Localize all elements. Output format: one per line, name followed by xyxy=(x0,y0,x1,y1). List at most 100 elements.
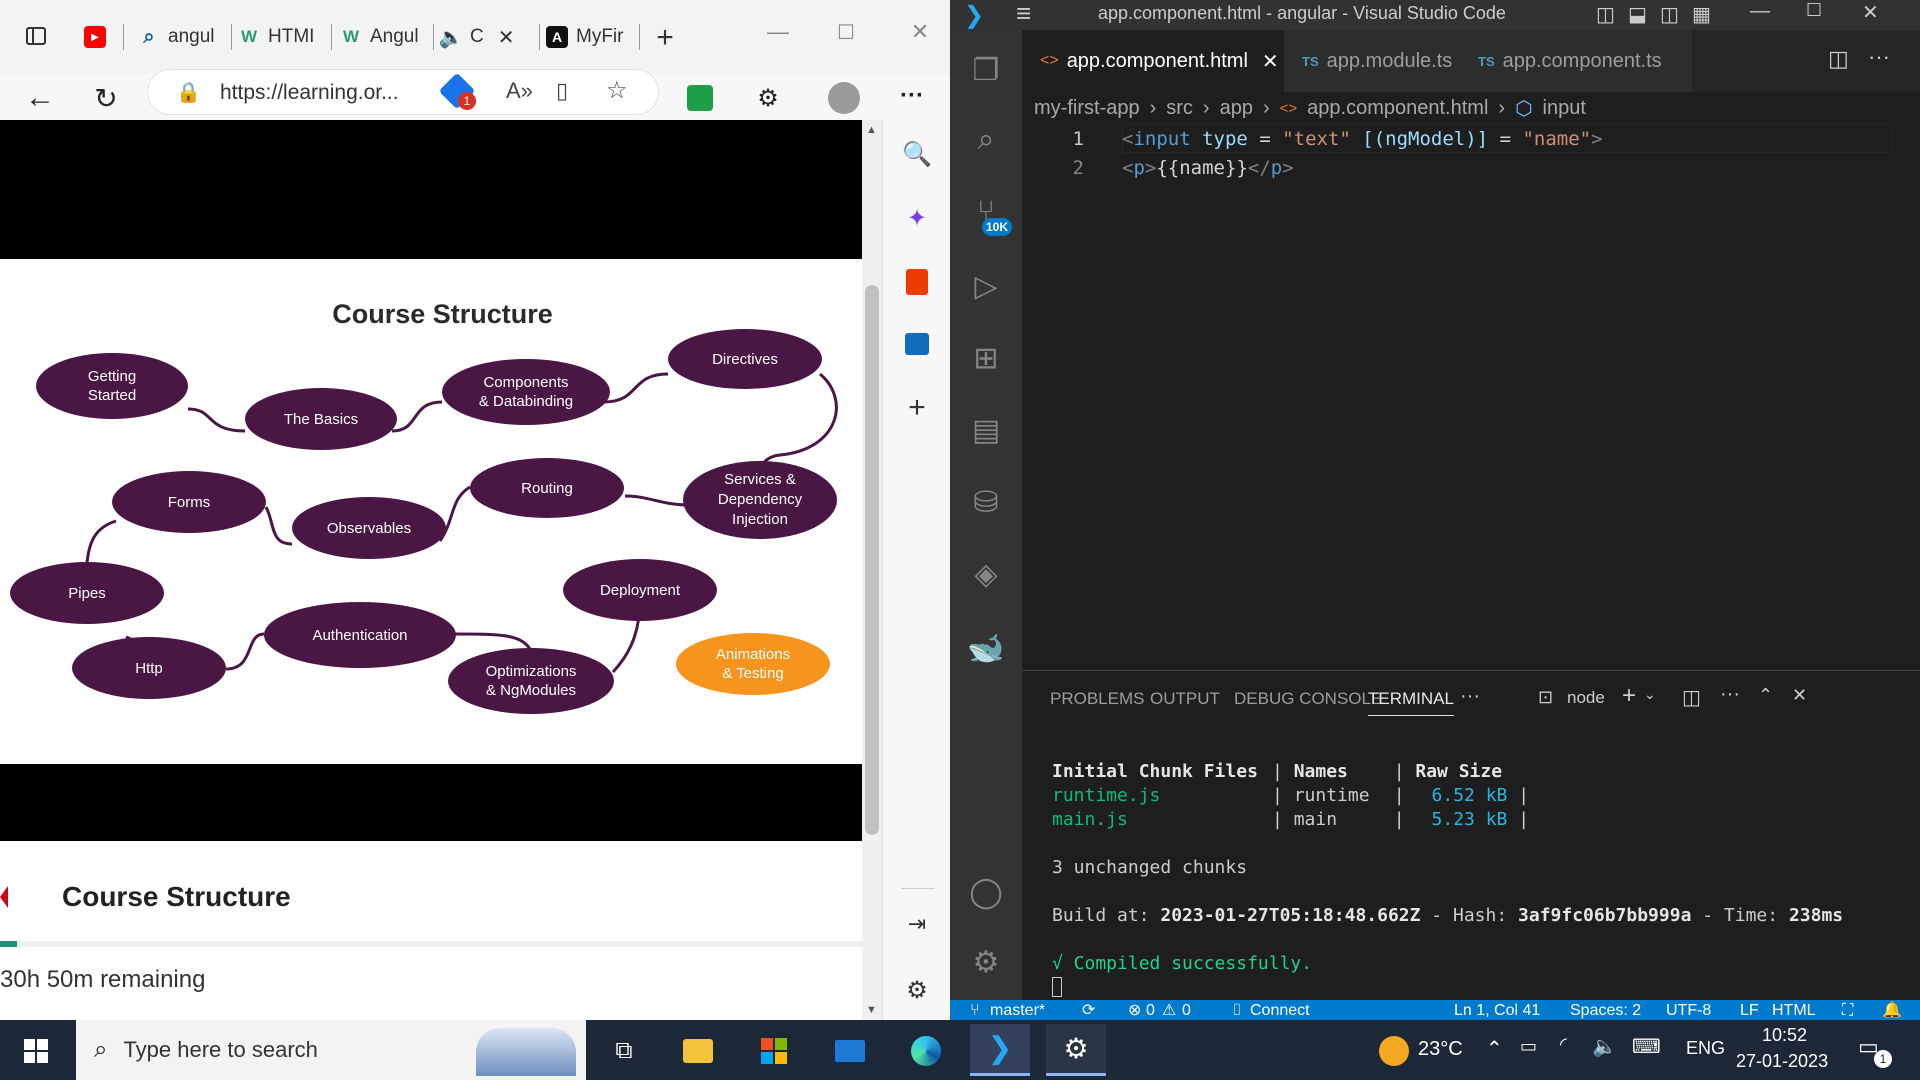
feedback-icon[interactable]: ⛶ xyxy=(1842,1000,1853,1020)
copilot-sparkle-icon[interactable]: ✦ xyxy=(899,200,935,236)
terminal-output[interactable]: Initial Chunk Files | Names | Raw Size run… xyxy=(1052,759,1912,999)
terminal-shell-name[interactable]: node xyxy=(1567,688,1605,708)
breadcrumb-file[interactable]: app.component.html xyxy=(1307,97,1488,120)
menu-hamburger-icon[interactable]: ≡ xyxy=(1016,0,1031,26)
run-debug-icon[interactable]: ▷ xyxy=(964,264,1008,308)
customize-layout-icon[interactable]: ▦ xyxy=(1692,2,1711,27)
close-tab-icon[interactable]: ✕ xyxy=(1262,49,1279,74)
address-bar[interactable]: 🔒 https://learning.or... 1 A» ▯ ☆ xyxy=(148,70,658,114)
close-tab-icon[interactable]: ✕ xyxy=(498,25,515,50)
task-view-icon[interactable]: ⧉ xyxy=(594,1028,654,1074)
lock-icon[interactable]: 🔒 xyxy=(176,80,201,105)
taskbar-search[interactable]: ⌕ Type here to search xyxy=(76,1020,586,1080)
keyboard-icon[interactable]: ⌨ xyxy=(1632,1034,1661,1059)
clock-date[interactable]: 27-01-2023 xyxy=(1736,1051,1828,1072)
notifications-bell-icon[interactable]: 🔔 xyxy=(1882,1000,1902,1020)
favorites-icon[interactable]: ☆ xyxy=(606,76,628,105)
search-icon[interactable]: ⌕ xyxy=(964,118,1008,162)
settings-gear-icon[interactable]: ⚙ xyxy=(1046,1024,1106,1076)
volume-icon[interactable]: 🔈 xyxy=(1592,1034,1617,1059)
branch-icon[interactable]: ⑂ xyxy=(970,1000,980,1020)
new-tab-icon[interactable]: + xyxy=(645,18,685,58)
edge-browser-icon[interactable] xyxy=(896,1028,956,1074)
store-icon[interactable] xyxy=(744,1028,804,1074)
input-language[interactable]: ENG xyxy=(1686,1038,1725,1059)
chevron-up-icon[interactable]: ⌃ xyxy=(1486,1036,1503,1061)
back-arrow-icon[interactable]: ← xyxy=(20,78,60,118)
explorer-icon[interactable]: ❐ xyxy=(964,48,1008,92)
sidebar-settings-icon[interactable]: ⚙ xyxy=(899,972,935,1008)
toggle-sidebar-icon[interactable]: ◫ xyxy=(1596,2,1615,27)
breadcrumb-folder[interactable]: app xyxy=(1220,97,1253,120)
tab-search-angular[interactable]: ⌕ angul xyxy=(138,16,232,58)
tab-course-active[interactable]: 🔈 C ✕ xyxy=(440,16,540,58)
layers-icon[interactable]: ◈ xyxy=(964,552,1008,596)
panel-tab-terminal[interactable]: TERMINAL xyxy=(1368,689,1454,716)
weather-sun-icon[interactable] xyxy=(1364,1028,1424,1074)
toggle-secondary-sidebar-icon[interactable]: ◫ xyxy=(1660,2,1679,27)
error-count[interactable]: 0 xyxy=(1146,1000,1155,1020)
vscode-minimize-icon[interactable]: — xyxy=(1750,0,1770,23)
vscode-taskbar-icon[interactable]: ❯ xyxy=(970,1024,1030,1076)
panel-tab-problems[interactable]: PROBLEMS xyxy=(1050,689,1144,709)
tab-app-module-ts[interactable]: TS app.module.ts xyxy=(1284,30,1460,92)
toggle-panel-icon[interactable]: ⬓ xyxy=(1628,2,1647,27)
speaker-icon[interactable]: 🔈 xyxy=(440,26,463,49)
extensions-icon[interactable]: ⊞ xyxy=(964,336,1008,380)
connect-status[interactable]: Connect xyxy=(1250,1000,1310,1020)
encoding[interactable]: UTF-8 xyxy=(1666,1000,1711,1020)
plug-icon[interactable]: ⌷ xyxy=(1232,1000,1242,1020)
extensions-icon[interactable]: ⚙ xyxy=(748,78,788,118)
profile-avatar-icon[interactable] xyxy=(824,78,864,118)
office-icon[interactable] xyxy=(899,264,935,300)
more-menu-icon[interactable]: ··· xyxy=(892,76,932,116)
minimize-icon[interactable]: — xyxy=(758,12,798,52)
green-extension-icon[interactable] xyxy=(680,78,720,118)
cursor-position[interactable]: Ln 1, Col 41 xyxy=(1454,1000,1540,1020)
outlook-icon[interactable] xyxy=(899,326,935,362)
breadcrumb-folder[interactable]: src xyxy=(1166,97,1193,120)
panel-tab-debug-console[interactable]: DEBUG CONSOLE xyxy=(1234,689,1382,709)
scrollbar-thumb[interactable] xyxy=(865,285,879,835)
vscode-close-icon[interactable]: ✕ xyxy=(1862,0,1879,25)
new-terminal-icon[interactable]: + xyxy=(1622,682,1636,710)
chevron-down-icon[interactable]: ⌄ xyxy=(1644,686,1656,703)
vscode-maximize-icon[interactable]: ☐ xyxy=(1806,0,1822,21)
clock-time[interactable]: 10:52 xyxy=(1762,1025,1807,1046)
breadcrumb-folder[interactable]: my-first-app xyxy=(1034,97,1140,120)
breadcrumb-symbol[interactable]: input xyxy=(1543,97,1586,120)
split-editor-icon[interactable]: ◫ xyxy=(1828,46,1849,72)
add-sidebar-icon[interactable]: + xyxy=(899,390,935,426)
battery-icon[interactable]: ▭ xyxy=(1520,1036,1537,1057)
sidebar-collapse-icon[interactable]: ⇥ xyxy=(899,906,935,942)
indentation[interactable]: Spaces: 2 xyxy=(1570,1000,1641,1020)
tab-app-component-html[interactable]: <> app.component.html ✕ xyxy=(1022,30,1284,92)
panel-more-icon[interactable]: ··· xyxy=(1460,685,1480,708)
database-icon[interactable]: ⛁ xyxy=(964,480,1008,524)
maximize-panel-icon[interactable]: ⌃ xyxy=(1758,685,1773,706)
editor-more-icon[interactable]: ··· xyxy=(1868,44,1890,70)
manage-gear-icon[interactable]: ⚙ xyxy=(964,940,1008,984)
split-terminal-icon[interactable]: ◫ xyxy=(1682,685,1701,710)
tab-myfirstapp[interactable]: A MyFir xyxy=(546,16,640,58)
accounts-icon[interactable]: ◯ xyxy=(964,870,1008,914)
weather-temp[interactable]: 23°C xyxy=(1418,1038,1463,1061)
refresh-icon[interactable]: ↻ xyxy=(86,78,126,118)
docker-icon[interactable]: 🐋 xyxy=(964,626,1008,670)
scroll-down-icon[interactable]: ▼ xyxy=(866,1004,877,1016)
terminal-more-icon[interactable]: ··· xyxy=(1720,683,1740,706)
notebook-icon[interactable]: ▤ xyxy=(964,408,1008,452)
tab-youtube[interactable]: ▶ xyxy=(84,16,124,58)
tab-html[interactable]: W HTMI xyxy=(238,16,332,58)
code-line-1[interactable]: 1 < input type = "text" [(ngModel)] = "na… xyxy=(1022,124,1603,153)
code-editor[interactable]: 1 < input type = "text" [(ngModel)] = "na… xyxy=(1022,124,1920,664)
file-explorer-icon[interactable] xyxy=(668,1028,728,1074)
close-window-icon[interactable]: ✕ xyxy=(900,12,940,52)
page-scrollbar[interactable]: ▲ ▼ xyxy=(862,120,882,1020)
git-branch[interactable]: master* xyxy=(990,1000,1045,1020)
sidebar-search-icon[interactable]: 🔍 xyxy=(899,136,935,172)
read-aloud-icon[interactable]: A» xyxy=(506,78,533,104)
error-icon[interactable]: ⊗ xyxy=(1128,1000,1141,1020)
start-button[interactable] xyxy=(6,1028,66,1074)
warning-count[interactable]: 0 xyxy=(1182,1000,1191,1020)
